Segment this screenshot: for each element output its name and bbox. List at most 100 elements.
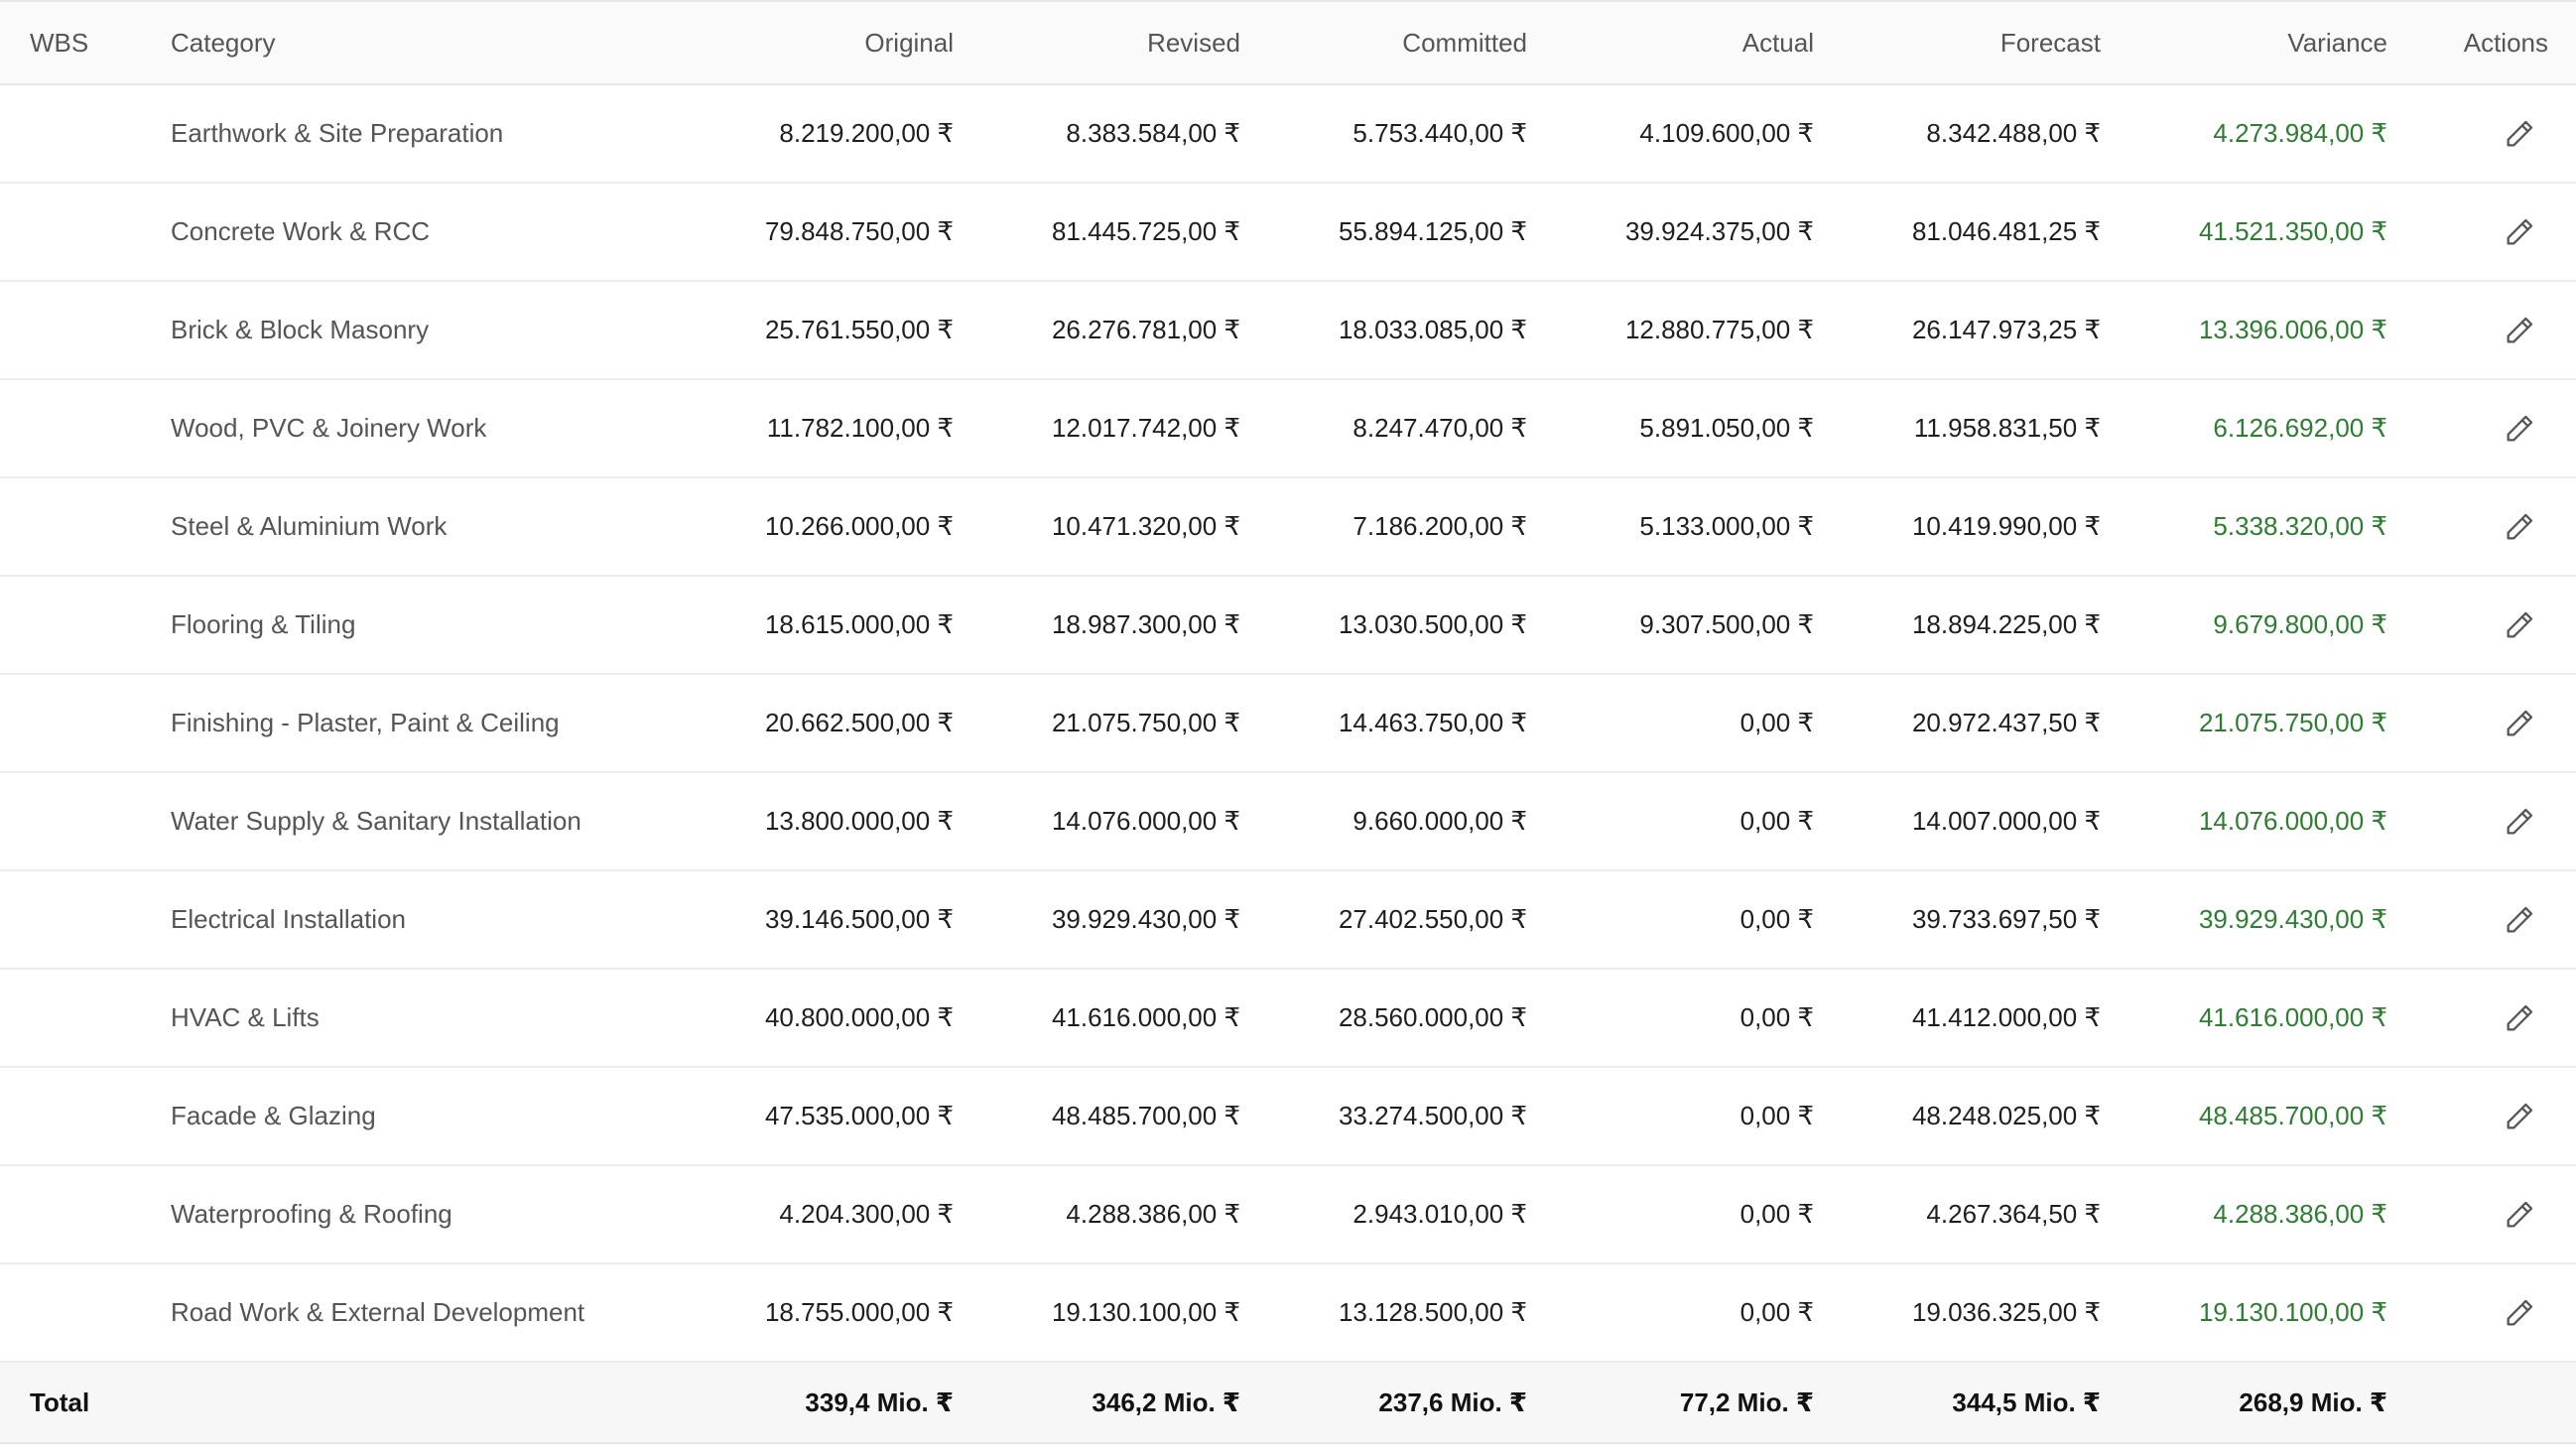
- category-cell: Finishing - Plaster, Paint & Ceiling: [149, 674, 695, 773]
- original-cell: 18.615.000,00 ₹: [695, 576, 981, 675]
- forecast-cell: 41.412.000,00 ₹: [1842, 969, 2128, 1068]
- edit-button[interactable]: [2503, 903, 2536, 937]
- edit-button[interactable]: [2503, 1100, 2536, 1133]
- variance-cell: 5.338.320,00 ₹: [2128, 477, 2415, 577]
- table-row: Road Work & External Development 18.755.0…: [0, 1263, 2576, 1363]
- column-header-original[interactable]: Original: [695, 0, 981, 85]
- table-row: Finishing - Plaster, Paint & Ceiling 20.6…: [0, 674, 2576, 773]
- forecast-cell: 20.972.437,50 ₹: [1842, 674, 2128, 773]
- actions-cell: [2415, 674, 2576, 773]
- table-footer: Total 339,4 Mio. ₹ 346,2 Mio. ₹ 237,6 Mi…: [0, 1362, 2576, 1444]
- committed-cell: 33.274.500,00 ₹: [1268, 1067, 1555, 1166]
- variance-cell: 4.273.984,00 ₹: [2128, 84, 2415, 184]
- table-header: WBS Category Original Revised Committed …: [0, 0, 2576, 85]
- wbs-cell: [0, 674, 149, 773]
- edit-button[interactable]: [2503, 805, 2536, 839]
- committed-cell: 5.753.440,00 ₹: [1268, 84, 1555, 184]
- variance-cell: 9.679.800,00 ₹: [2128, 576, 2415, 675]
- revised-cell: 19.130.100,00 ₹: [981, 1263, 1268, 1363]
- actual-cell: 0,00 ₹: [1555, 1263, 1842, 1363]
- revised-cell: 48.485.700,00 ₹: [981, 1067, 1268, 1166]
- original-cell: 8.219.200,00 ₹: [695, 84, 981, 184]
- edit-button[interactable]: [2503, 1001, 2536, 1035]
- pencil-icon: [2503, 1296, 2536, 1330]
- total-actual: 77,2 Mio. ₹: [1555, 1362, 1842, 1444]
- wbs-cell: [0, 1165, 149, 1264]
- total-variance: 268,9 Mio. ₹: [2128, 1362, 2415, 1444]
- variance-cell: 19.130.100,00 ₹: [2128, 1263, 2415, 1363]
- original-cell: 20.662.500,00 ₹: [695, 674, 981, 773]
- column-header-actual[interactable]: Actual: [1555, 0, 1842, 85]
- actual-cell: 0,00 ₹: [1555, 1067, 1842, 1166]
- total-actions-cell: [2415, 1362, 2576, 1444]
- table-row: Electrical Installation 39.146.500,00 ₹39…: [0, 870, 2576, 970]
- actions-cell: [2415, 1263, 2576, 1363]
- total-revised: 346,2 Mio. ₹: [981, 1362, 1268, 1444]
- variance-cell: 41.616.000,00 ₹: [2128, 969, 2415, 1068]
- variance-cell: 13.396.006,00 ₹: [2128, 281, 2415, 380]
- committed-cell: 8.247.470,00 ₹: [1268, 379, 1555, 478]
- edit-button[interactable]: [2503, 412, 2536, 446]
- table-row: Brick & Block Masonry 25.761.550,00 ₹26.2…: [0, 281, 2576, 380]
- column-header-variance[interactable]: Variance: [2128, 0, 2415, 85]
- wbs-cell: [0, 281, 149, 380]
- variance-cell: 14.076.000,00 ₹: [2128, 772, 2415, 871]
- forecast-cell: 11.958.831,50 ₹: [1842, 379, 2128, 478]
- column-header-wbs[interactable]: WBS: [0, 0, 149, 85]
- edit-button[interactable]: [2503, 1296, 2536, 1330]
- actual-cell: 5.891.050,00 ₹: [1555, 379, 1842, 478]
- committed-cell: 18.033.085,00 ₹: [1268, 281, 1555, 380]
- budget-table: WBS Category Original Revised Committed …: [0, 0, 2576, 1444]
- total-row: Total 339,4 Mio. ₹ 346,2 Mio. ₹ 237,6 Mi…: [0, 1362, 2576, 1444]
- committed-cell: 14.463.750,00 ₹: [1268, 674, 1555, 773]
- column-header-category[interactable]: Category: [149, 0, 695, 85]
- original-cell: 10.266.000,00 ₹: [695, 477, 981, 577]
- column-header-committed[interactable]: Committed: [1268, 0, 1555, 85]
- column-header-revised[interactable]: Revised: [981, 0, 1268, 85]
- actions-cell: [2415, 281, 2576, 380]
- committed-cell: 13.128.500,00 ₹: [1268, 1263, 1555, 1363]
- forecast-cell: 14.007.000,00 ₹: [1842, 772, 2128, 871]
- edit-button[interactable]: [2503, 608, 2536, 642]
- revised-cell: 21.075.750,00 ₹: [981, 674, 1268, 773]
- column-header-forecast[interactable]: Forecast: [1842, 0, 2128, 85]
- actual-cell: 39.924.375,00 ₹: [1555, 183, 1842, 282]
- actions-cell: [2415, 870, 2576, 970]
- actual-cell: 4.109.600,00 ₹: [1555, 84, 1842, 184]
- variance-cell: 6.126.692,00 ₹: [2128, 379, 2415, 478]
- committed-cell: 55.894.125,00 ₹: [1268, 183, 1555, 282]
- committed-cell: 7.186.200,00 ₹: [1268, 477, 1555, 577]
- actions-cell: [2415, 84, 2576, 184]
- table-row: Earthwork & Site Preparation 8.219.200,00…: [0, 84, 2576, 184]
- revised-cell: 8.383.584,00 ₹: [981, 84, 1268, 184]
- pencil-icon: [2503, 608, 2536, 642]
- committed-cell: 2.943.010,00 ₹: [1268, 1165, 1555, 1264]
- edit-button[interactable]: [2503, 707, 2536, 740]
- variance-cell: 48.485.700,00 ₹: [2128, 1067, 2415, 1166]
- edit-button[interactable]: [2503, 117, 2536, 151]
- revised-cell: 14.076.000,00 ₹: [981, 772, 1268, 871]
- table-body: Earthwork & Site Preparation 8.219.200,00…: [0, 84, 2576, 1363]
- category-cell: Wood, PVC & Joinery Work: [149, 379, 695, 478]
- category-cell: Waterproofing & Roofing: [149, 1165, 695, 1264]
- category-cell: Road Work & External Development: [149, 1263, 695, 1363]
- edit-button[interactable]: [2503, 314, 2536, 347]
- revised-cell: 12.017.742,00 ₹: [981, 379, 1268, 478]
- pencil-icon: [2503, 805, 2536, 839]
- edit-button[interactable]: [2503, 215, 2536, 249]
- actual-cell: 0,00 ₹: [1555, 1165, 1842, 1264]
- committed-cell: 28.560.000,00 ₹: [1268, 969, 1555, 1068]
- wbs-cell: [0, 969, 149, 1068]
- actions-cell: [2415, 183, 2576, 282]
- variance-cell: 4.288.386,00 ₹: [2128, 1165, 2415, 1264]
- variance-cell: 39.929.430,00 ₹: [2128, 870, 2415, 970]
- edit-button[interactable]: [2503, 510, 2536, 544]
- revised-cell: 10.471.320,00 ₹: [981, 477, 1268, 577]
- category-cell: HVAC & Lifts: [149, 969, 695, 1068]
- pencil-icon: [2503, 1001, 2536, 1035]
- pencil-icon: [2503, 117, 2536, 151]
- edit-button[interactable]: [2503, 1198, 2536, 1232]
- wbs-cell: [0, 870, 149, 970]
- forecast-cell: 48.248.025,00 ₹: [1842, 1067, 2128, 1166]
- forecast-cell: 10.419.990,00 ₹: [1842, 477, 2128, 577]
